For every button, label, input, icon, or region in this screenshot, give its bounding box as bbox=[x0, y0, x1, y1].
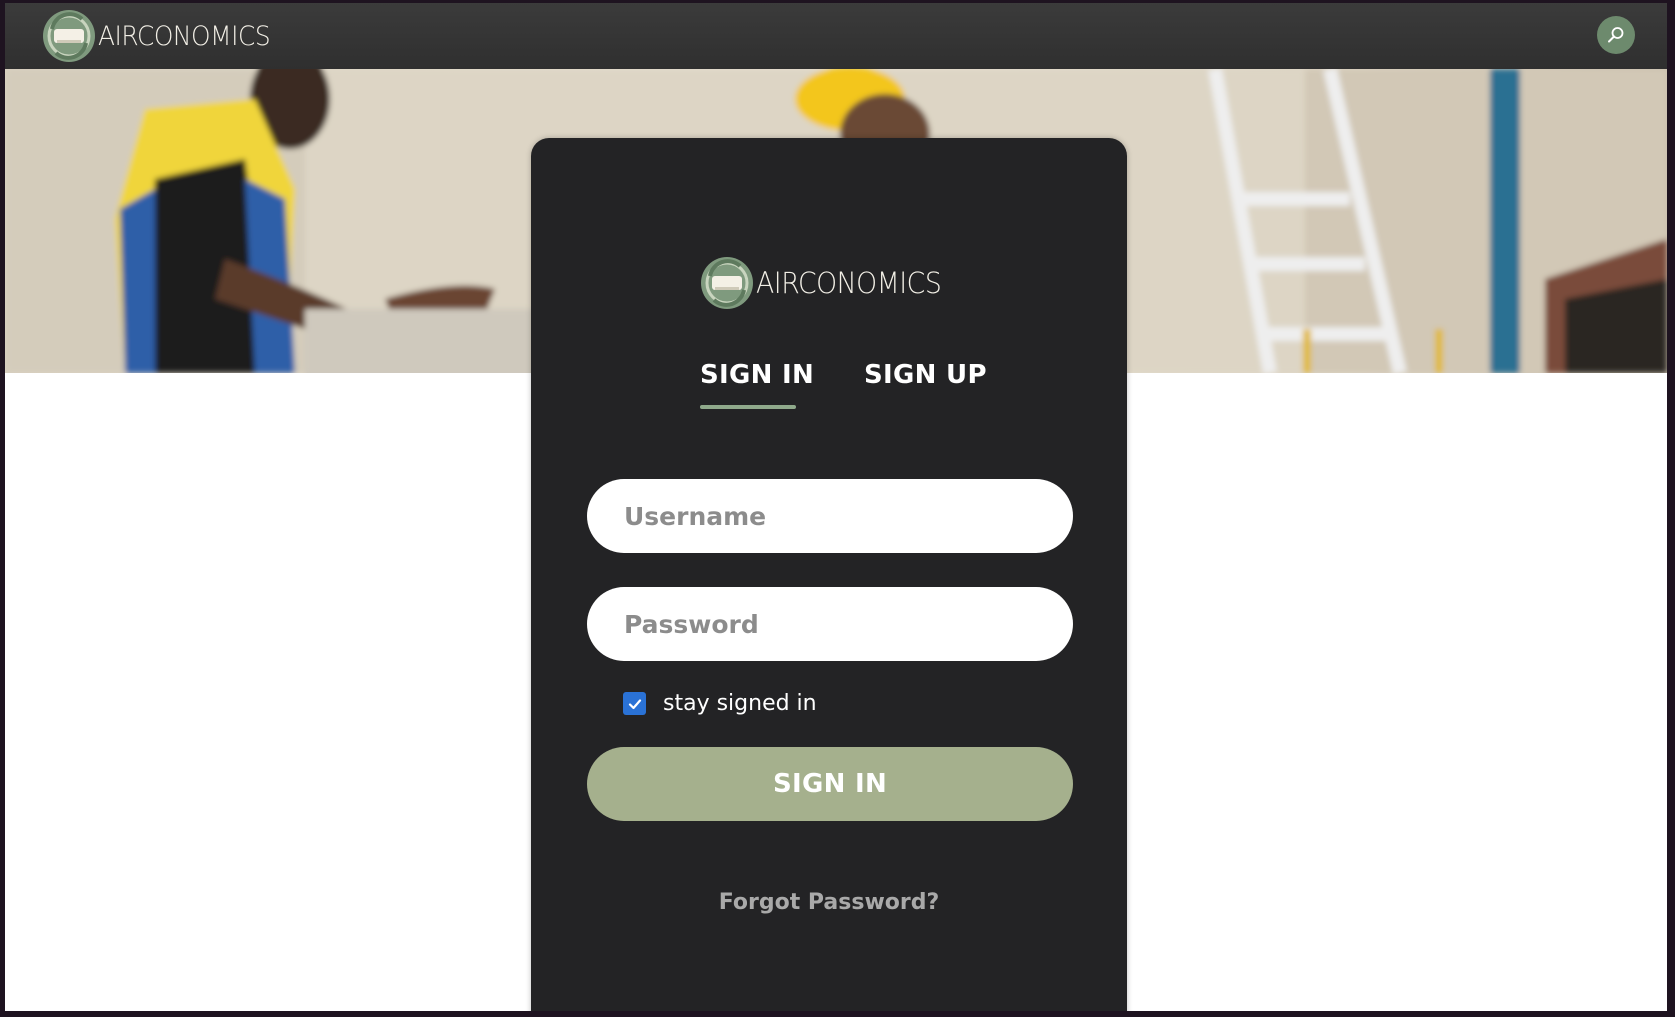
tab-sign-up[interactable]: SIGN UP bbox=[864, 360, 987, 390]
leaf-circle-logo-icon bbox=[701, 257, 754, 309]
stay-signed-in-checkbox[interactable] bbox=[623, 692, 646, 715]
tab-sign-in[interactable]: SIGN IN bbox=[700, 360, 814, 390]
brand-link[interactable]: AIRCONOMICS bbox=[42, 7, 285, 65]
stay-signed-in-row: stay signed in bbox=[623, 691, 817, 716]
login-card: AIRCONOMICS SIGN IN SIGN UP stay signed … bbox=[531, 138, 1127, 1011]
card-brand-name: AIRCONOMICS bbox=[756, 266, 942, 300]
app-window: AIRCONOMICS AIRCONOMICS SIGN IN SIGN UP … bbox=[5, 3, 1667, 1011]
search-icon bbox=[1608, 27, 1624, 43]
brand-name: AIRCONOMICS bbox=[98, 20, 271, 52]
search-button[interactable] bbox=[1597, 16, 1635, 54]
password-input[interactable] bbox=[587, 587, 1073, 661]
sign-in-button[interactable]: SIGN IN bbox=[587, 747, 1073, 821]
active-tab-indicator bbox=[700, 405, 796, 409]
username-input[interactable] bbox=[587, 479, 1073, 553]
leaf-circle-logo-icon bbox=[43, 10, 95, 62]
stay-signed-in-label[interactable]: stay signed in bbox=[663, 691, 817, 716]
forgot-password-link[interactable]: Forgot Password? bbox=[531, 890, 1127, 915]
top-navigation-bar: AIRCONOMICS bbox=[5, 3, 1667, 69]
checkmark-icon bbox=[628, 698, 641, 709]
card-brand-logo: AIRCONOMICS bbox=[531, 255, 1127, 311]
auth-tabs: SIGN IN SIGN UP bbox=[531, 360, 1127, 410]
